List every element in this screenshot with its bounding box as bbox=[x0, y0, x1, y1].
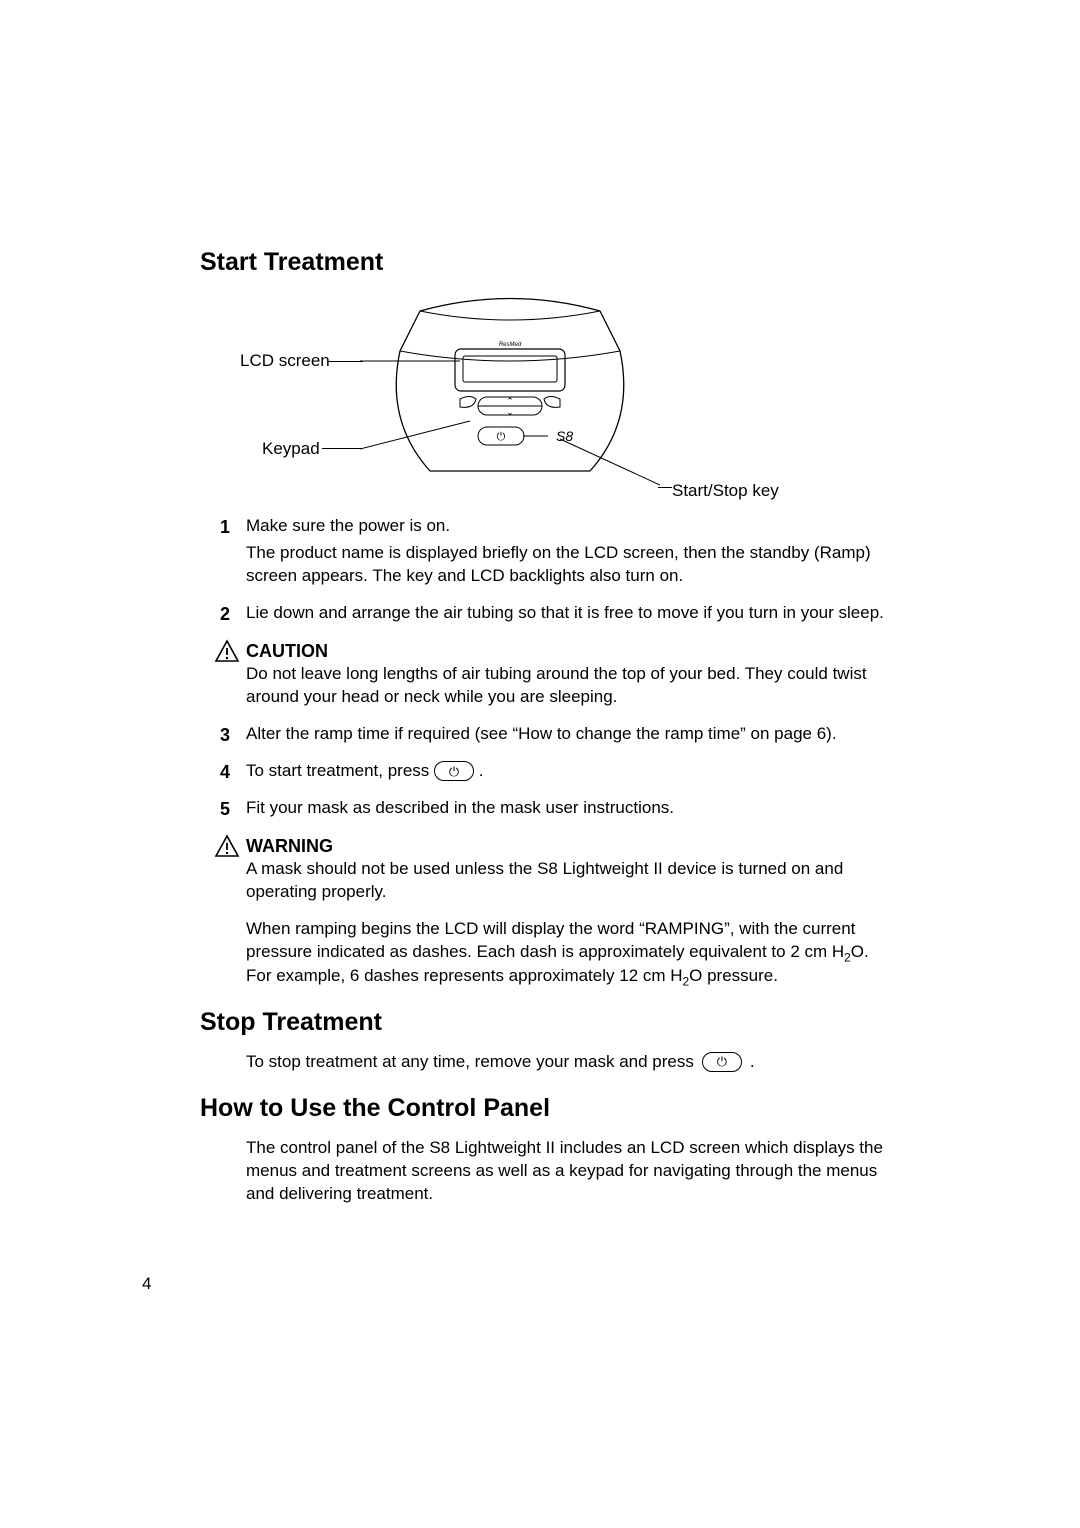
ramp-text-pre: When ramping begins the LCD will display… bbox=[246, 919, 855, 961]
page-number: 4 bbox=[142, 1274, 151, 1294]
warning-icon bbox=[214, 834, 240, 860]
step-number: 4 bbox=[220, 760, 230, 784]
step-body: Alter the ramp time if required (see “Ho… bbox=[246, 724, 837, 743]
manual-page: Start Treatment LCD screen Keypad Start/… bbox=[200, 248, 890, 1212]
step-3: 3 Alter the ramp time if required (see “… bbox=[220, 723, 890, 746]
step-2: 2 Lie down and arrange the air tubing so… bbox=[220, 602, 890, 625]
warning-body: A mask should not be used unless the S8 … bbox=[246, 858, 890, 904]
step-body-post: . bbox=[479, 761, 484, 780]
svg-text:⌄: ⌄ bbox=[506, 407, 514, 417]
device-figure: LCD screen Keypad Start/Stop key ResMed … bbox=[200, 291, 890, 501]
stop-text-pre: To stop treatment at any time, remove yo… bbox=[246, 1051, 694, 1074]
power-button-icon: ⏻ bbox=[434, 761, 474, 781]
power-button-icon: ⏻ bbox=[702, 1052, 742, 1072]
brand-label: ResMed bbox=[499, 342, 522, 348]
svg-text:⏻: ⏻ bbox=[497, 431, 506, 443]
steps-list: 1 Make sure the power is on. The product… bbox=[220, 515, 890, 625]
callout-lcd: LCD screen bbox=[240, 351, 330, 371]
callout-startstop: Start/Stop key bbox=[672, 481, 779, 501]
ramping-paragraph: When ramping begins the LCD will display… bbox=[246, 918, 890, 990]
caution-block: CAUTION Do not leave long lengths of air… bbox=[220, 639, 890, 709]
step-lead: Make sure the power is on. bbox=[246, 516, 450, 535]
step-number: 2 bbox=[220, 602, 230, 626]
step-number: 1 bbox=[220, 515, 230, 539]
svg-text:⌃: ⌃ bbox=[506, 396, 514, 406]
step-number: 3 bbox=[220, 723, 230, 747]
subscript: 2 bbox=[844, 950, 851, 964]
leader-line bbox=[322, 448, 362, 449]
leader-line bbox=[658, 487, 672, 488]
control-panel-paragraph: The control panel of the S8 Lightweight … bbox=[246, 1137, 890, 1206]
device-illustration: ResMed ⌃ ⌄ ⏻ S8 bbox=[360, 291, 660, 491]
heading-stop-treatment: Stop Treatment bbox=[200, 1008, 890, 1037]
stop-paragraph: To stop treatment at any time, remove yo… bbox=[246, 1051, 890, 1074]
step-body-pre: To start treatment, press bbox=[246, 761, 429, 780]
caution-title: CAUTION bbox=[246, 639, 890, 663]
leader-line bbox=[328, 361, 363, 362]
steps-list-cont: 3 Alter the ramp time if required (see “… bbox=[220, 723, 890, 820]
step-number: 5 bbox=[220, 797, 230, 821]
caution-icon bbox=[214, 639, 240, 665]
step-body: Lie down and arrange the air tubing so t… bbox=[246, 603, 884, 622]
step-body: Fit your mask as described in the mask u… bbox=[246, 798, 674, 817]
ramp-text-post: O pressure. bbox=[689, 966, 778, 985]
callout-keypad: Keypad bbox=[262, 439, 320, 459]
step-4: 4 To start treatment, press ⏻ . bbox=[220, 760, 890, 783]
step-1: 1 Make sure the power is on. The product… bbox=[220, 515, 890, 588]
step-body: The product name is displayed briefly on… bbox=[246, 542, 890, 588]
caution-body: Do not leave long lengths of air tubing … bbox=[246, 663, 890, 709]
heading-control-panel: How to Use the Control Panel bbox=[200, 1094, 890, 1123]
heading-start-treatment: Start Treatment bbox=[200, 248, 890, 277]
warning-title: WARNING bbox=[246, 834, 890, 858]
step-5: 5 Fit your mask as described in the mask… bbox=[220, 797, 890, 820]
warning-block: WARNING A mask should not be used unless… bbox=[220, 834, 890, 904]
stop-text-post: . bbox=[750, 1051, 755, 1074]
